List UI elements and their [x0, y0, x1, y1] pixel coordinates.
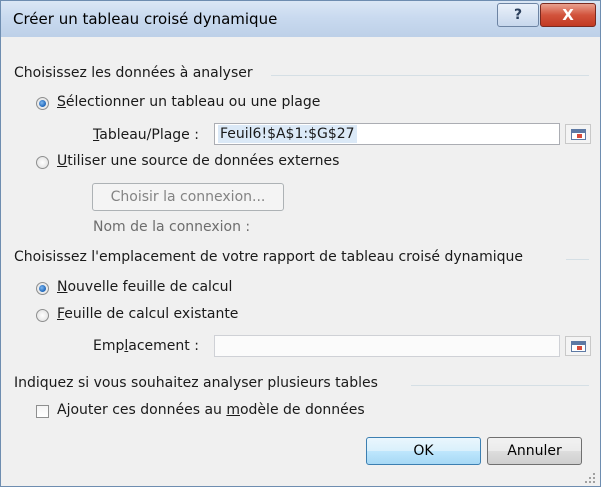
location-input[interactable] [214, 335, 560, 357]
location-collapse-button[interactable] [565, 336, 591, 356]
radio-select-table-label[interactable]: Sélectionner un tableau ou une plage [57, 94, 320, 110]
ok-button[interactable]: OK [366, 437, 481, 465]
range-value: Feuil6!$A$1:$G$27 [218, 125, 357, 143]
radio-existing-worksheet-label[interactable]: Feuille de calcul existante [57, 306, 238, 322]
dialog-title: Créer un tableau croisé dynamique [13, 10, 278, 28]
radio-external-source-label[interactable]: Utiliser une source de données externes [57, 153, 339, 169]
section-tables-heading: Indiquez si vous souhaitez analyser plus… [14, 375, 378, 391]
radio-new-worksheet-label[interactable]: Nouvelle feuille de calcul [57, 279, 232, 295]
collapse-dialog-icon [571, 341, 586, 352]
section-divider [411, 385, 589, 386]
radio-existing-worksheet[interactable] [36, 309, 49, 322]
location-label: Emplacement : [93, 338, 199, 354]
section-location-heading: Choisissez l'emplacement de votre rappor… [14, 249, 523, 265]
title-bar: Créer un tableau croisé dynamique ? X [1, 1, 600, 37]
dialog-body: Choisissez les données à analyser Sélect… [9, 37, 592, 480]
add-to-data-model-checkbox[interactable] [36, 405, 49, 418]
radio-select-table[interactable] [36, 97, 49, 110]
radio-new-worksheet[interactable] [36, 282, 49, 295]
section-data-heading: Choisissez les données à analyser [14, 65, 253, 81]
cancel-button[interactable]: Annuler [487, 437, 582, 465]
resize-grip-icon[interactable] [584, 472, 596, 484]
range-input[interactable]: Feuil6!$A$1:$G$27 [214, 123, 560, 145]
choose-connection-button[interactable]: Choisir la connexion... [92, 183, 284, 211]
connection-name-label: Nom de la connexion : [93, 219, 251, 235]
range-collapse-button[interactable] [565, 124, 591, 144]
section-divider [566, 259, 589, 260]
close-icon: X [562, 6, 574, 24]
collapse-dialog-icon [571, 129, 586, 140]
add-to-data-model-label[interactable]: Ajouter ces données au modèle de données [57, 402, 365, 418]
help-icon: ? [513, 7, 523, 23]
range-label: Tableau/Plage : [93, 127, 199, 143]
help-button[interactable]: ? [497, 3, 539, 27]
section-divider [271, 75, 589, 76]
radio-external-source[interactable] [36, 156, 49, 169]
close-button[interactable]: X [540, 3, 596, 27]
create-pivottable-dialog: Créer un tableau croisé dynamique ? X Ch… [0, 0, 601, 487]
